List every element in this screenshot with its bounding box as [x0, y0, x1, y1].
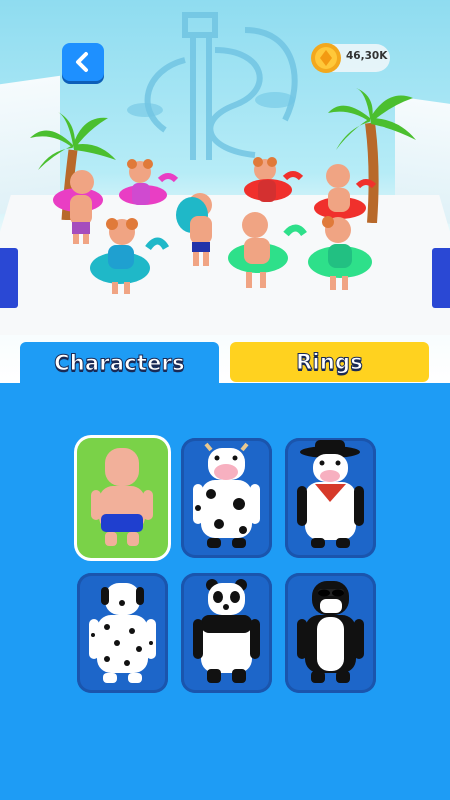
swimmer — [308, 216, 372, 290]
blue-pillar-left — [0, 248, 18, 308]
tab-characters[interactable]: Characters — [20, 342, 219, 383]
boy-swimmer-avatar — [91, 448, 153, 546]
swimmer — [244, 157, 304, 202]
character-card-dalmatian[interactable] — [77, 573, 168, 693]
back-button[interactable] — [62, 43, 104, 81]
panda-avatar — [193, 579, 260, 683]
cow-avatar — [193, 442, 260, 548]
coin-icon — [311, 43, 341, 73]
swimmer — [90, 218, 170, 294]
blue-pillar-right — [432, 248, 450, 308]
penguin-avatar — [297, 581, 364, 683]
character-shop-panel — [0, 383, 450, 800]
game-scene: 46,30K — [0, 0, 450, 383]
character-card-panda[interactable] — [181, 573, 272, 693]
swimmer — [119, 159, 179, 205]
coin-counter: 46,30K — [311, 43, 390, 73]
character-card-cowboy-cow[interactable] — [285, 438, 376, 558]
swimmer — [228, 212, 307, 288]
swimmer — [53, 170, 103, 244]
dalmatian-avatar — [89, 583, 156, 683]
character-card-penguin[interactable] — [285, 573, 376, 693]
swimmer-crowd — [53, 157, 377, 294]
coin-amount: 46,30K — [346, 50, 388, 62]
swimmer — [314, 164, 377, 219]
character-card-boy-swimmer[interactable] — [77, 438, 168, 558]
chevron-left-icon — [76, 52, 88, 72]
swimmer — [176, 193, 212, 266]
character-card-cow[interactable] — [181, 438, 272, 558]
tab-rings[interactable]: Rings — [230, 342, 429, 382]
water-slide-tower — [127, 12, 298, 160]
cowboy-cow-avatar — [297, 440, 364, 548]
